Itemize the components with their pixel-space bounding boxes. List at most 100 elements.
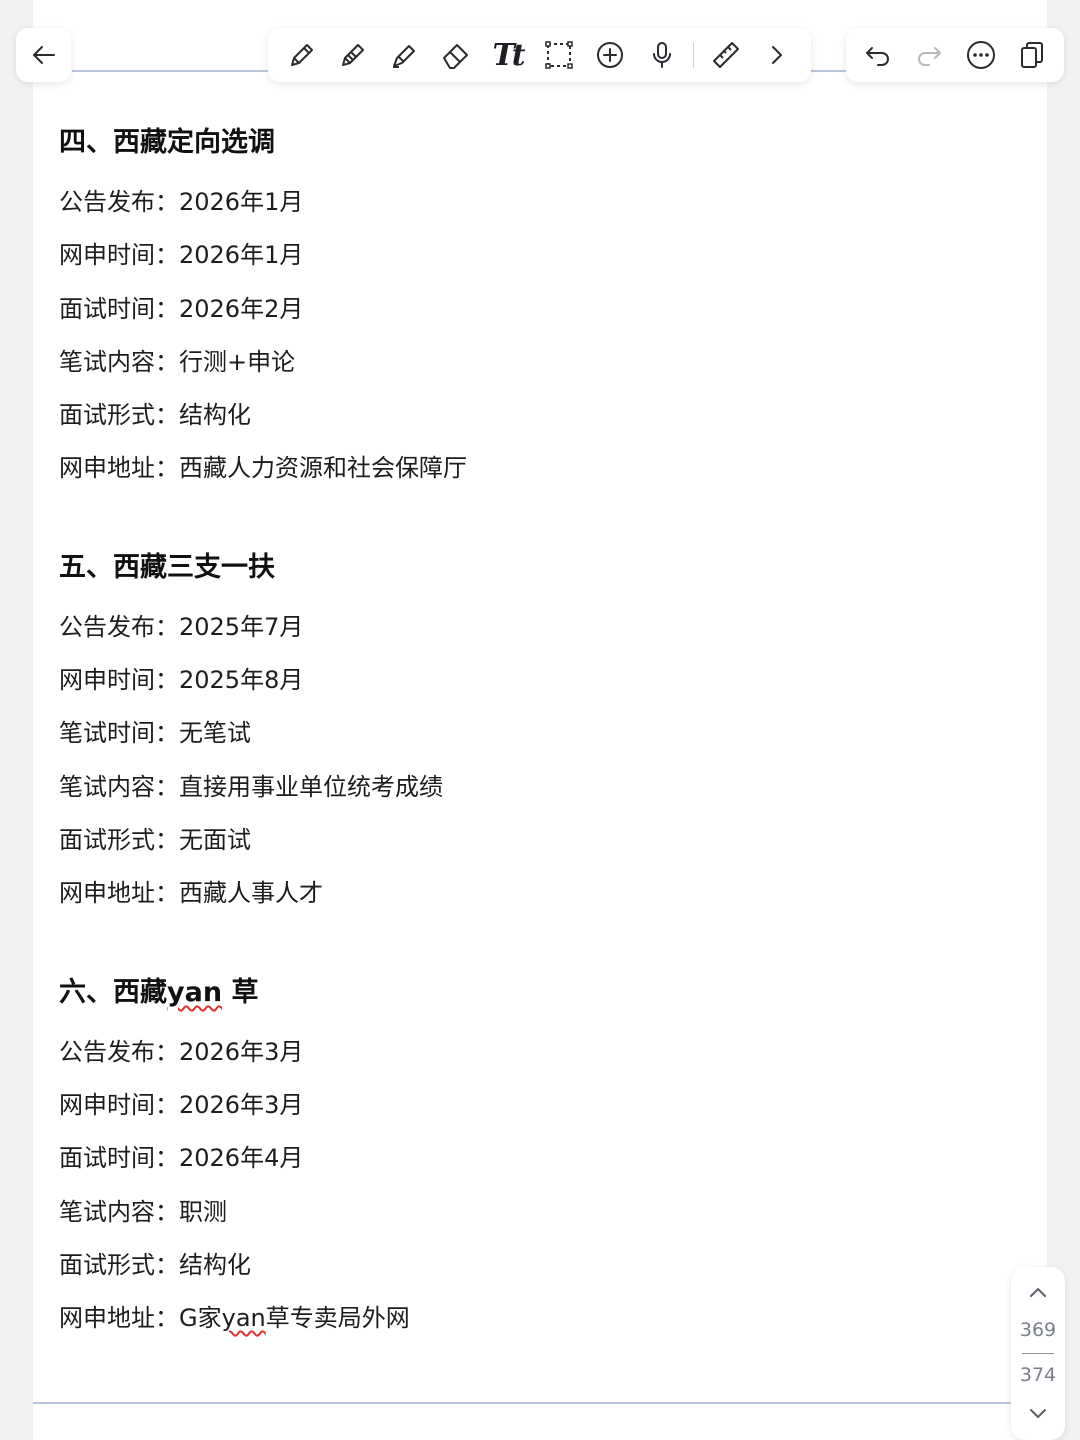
spellcheck-word[interactable]: yan: [167, 977, 222, 1008]
chevron-up-icon[interactable]: [1026, 1281, 1050, 1305]
row-value: 西藏人事人才: [179, 879, 323, 907]
row-value: 2026年3月: [179, 1091, 304, 1119]
more-tools-button[interactable]: [757, 35, 797, 75]
pen-tool-button[interactable]: [282, 35, 322, 75]
row-label: 公告发布：: [59, 188, 179, 216]
info-row: 网申时间：2026年3月: [59, 1085, 303, 1120]
section-title-text: 六、西藏yan 草: [59, 977, 258, 1008]
row-label: 笔试内容：: [59, 1198, 179, 1226]
chevron-right-icon: [771, 46, 782, 64]
row-label: 笔试内容：: [59, 773, 179, 801]
row-value: 无面试: [179, 826, 251, 854]
row-label: 网申地址：: [59, 1304, 179, 1332]
undo-icon: [866, 47, 889, 66]
add-element-button[interactable]: [590, 35, 630, 75]
row-label: 面试时间：: [59, 295, 179, 323]
section-title: 五、西藏三支一扶: [45, 545, 307, 584]
row-label: 网申时间：: [59, 1091, 179, 1119]
page-bottom-rule: [33, 1402, 1011, 1404]
row-label: 面试时间：: [59, 1144, 179, 1172]
redo-button[interactable]: [909, 35, 949, 75]
info-row: 网申地址：西藏人力资源和社会保障厅: [59, 448, 467, 483]
row-label: 面试形式：: [59, 401, 179, 429]
row-value: 2026年1月: [179, 241, 304, 269]
row-value: 2026年1月: [179, 188, 304, 216]
page-navigator: 369 374: [1011, 1267, 1065, 1440]
pencil-icon: [342, 44, 365, 66]
row-label: 笔试时间：: [59, 719, 179, 747]
toolbar-divider: [693, 42, 695, 68]
more-icon: [966, 41, 995, 69]
ruler-icon: [712, 42, 739, 68]
row-label: 公告发布：: [59, 1038, 179, 1066]
info-row: 面试形式：结构化: [59, 1245, 251, 1280]
spellcheck-word[interactable]: yan: [222, 1304, 266, 1332]
info-row: 笔试内容：直接用事业单位统考成绩: [59, 767, 443, 802]
info-row: 笔试内容：职测: [59, 1192, 227, 1227]
section-title-text: 四、西藏定向选调: [59, 127, 275, 158]
row-label: 笔试内容：: [59, 348, 179, 376]
more-options-button[interactable]: [961, 35, 1001, 75]
highlighter-tool-button[interactable]: [385, 35, 425, 75]
row-value: 直接用事业单位统考成绩: [179, 773, 443, 801]
row-value: 结构化: [179, 1251, 251, 1279]
current-page-number: 369: [1019, 1319, 1057, 1341]
section-title: 六、西藏yan 草: [45, 970, 295, 1009]
lasso-select-icon: [545, 41, 573, 69]
eraser-icon: [443, 44, 469, 69]
row-value: 行测+申论: [179, 348, 296, 376]
page-divider: [1022, 1353, 1054, 1354]
info-row: 公告发布：2025年7月: [59, 607, 303, 642]
info-row: 网申时间：2026年1月: [59, 235, 303, 270]
record-audio-button[interactable]: [642, 35, 682, 75]
info-row: 面试形式：无面试: [59, 820, 251, 855]
row-value: 2026年3月: [179, 1038, 304, 1066]
row-value: 无笔试: [179, 719, 251, 747]
row-label: 网申时间：: [59, 666, 179, 694]
action-toolbar: [846, 28, 1064, 82]
row-label: 网申地址：: [59, 879, 179, 907]
row-label: 公告发布：: [59, 613, 179, 641]
info-row: 笔试内容：行测+申论: [59, 342, 295, 377]
info-row: 笔试时间：无笔试: [59, 713, 251, 748]
row-value: 2025年7月: [179, 613, 304, 641]
row-value: 西藏人力资源和社会保障厅: [179, 454, 467, 482]
row-value: 职测: [179, 1198, 227, 1226]
microphone-icon: [652, 42, 671, 68]
info-row: 公告发布：2026年3月: [59, 1032, 303, 1067]
highlighter-icon: [392, 45, 415, 68]
info-row: 网申时间：2025年8月: [59, 660, 303, 695]
redo-icon: [918, 47, 942, 66]
row-value-prefix: G家: [179, 1304, 222, 1332]
chevron-down-icon[interactable]: [1026, 1401, 1050, 1425]
total-pages-number: 374: [1019, 1364, 1057, 1386]
lasso-select-button[interactable]: [539, 35, 579, 75]
text-tool-icon: Tt: [492, 37, 525, 73]
row-label: 网申时间：: [59, 241, 179, 269]
pages-icon: [1020, 42, 1043, 68]
title-suffix: 草: [222, 977, 259, 1008]
row-label: 网申地址：: [59, 454, 179, 482]
info-row: 网申地址：G家yan草专卖局外网: [59, 1298, 410, 1333]
section-title: 四、西藏定向选调: [41, 120, 287, 159]
back-button[interactable]: [16, 28, 71, 82]
pencil-tool-button[interactable]: [333, 35, 373, 75]
title-prefix: 六、西藏: [59, 977, 167, 1008]
arrow-left-icon: [32, 46, 55, 64]
info-row: 面试时间：2026年4月: [59, 1138, 303, 1173]
row-value: 2025年8月: [179, 666, 304, 694]
page-overview-button[interactable]: [1012, 35, 1052, 75]
info-row: 公告发布：2026年1月: [59, 182, 303, 217]
row-value: 结构化: [179, 401, 251, 429]
eraser-tool-button[interactable]: [436, 35, 476, 75]
pen-icon: [291, 44, 313, 66]
row-label: 面试形式：: [59, 1251, 179, 1279]
text-tool-button[interactable]: Tt: [488, 35, 528, 75]
undo-button[interactable]: [858, 35, 898, 75]
info-row: 面试时间：2026年2月: [59, 289, 303, 324]
ruler-button[interactable]: [706, 35, 746, 75]
section-title-text: 五、西藏三支一扶: [59, 552, 275, 583]
row-label: 面试形式：: [59, 826, 179, 854]
add-circle-icon: [597, 42, 624, 68]
row-value: 2026年4月: [179, 1144, 304, 1172]
